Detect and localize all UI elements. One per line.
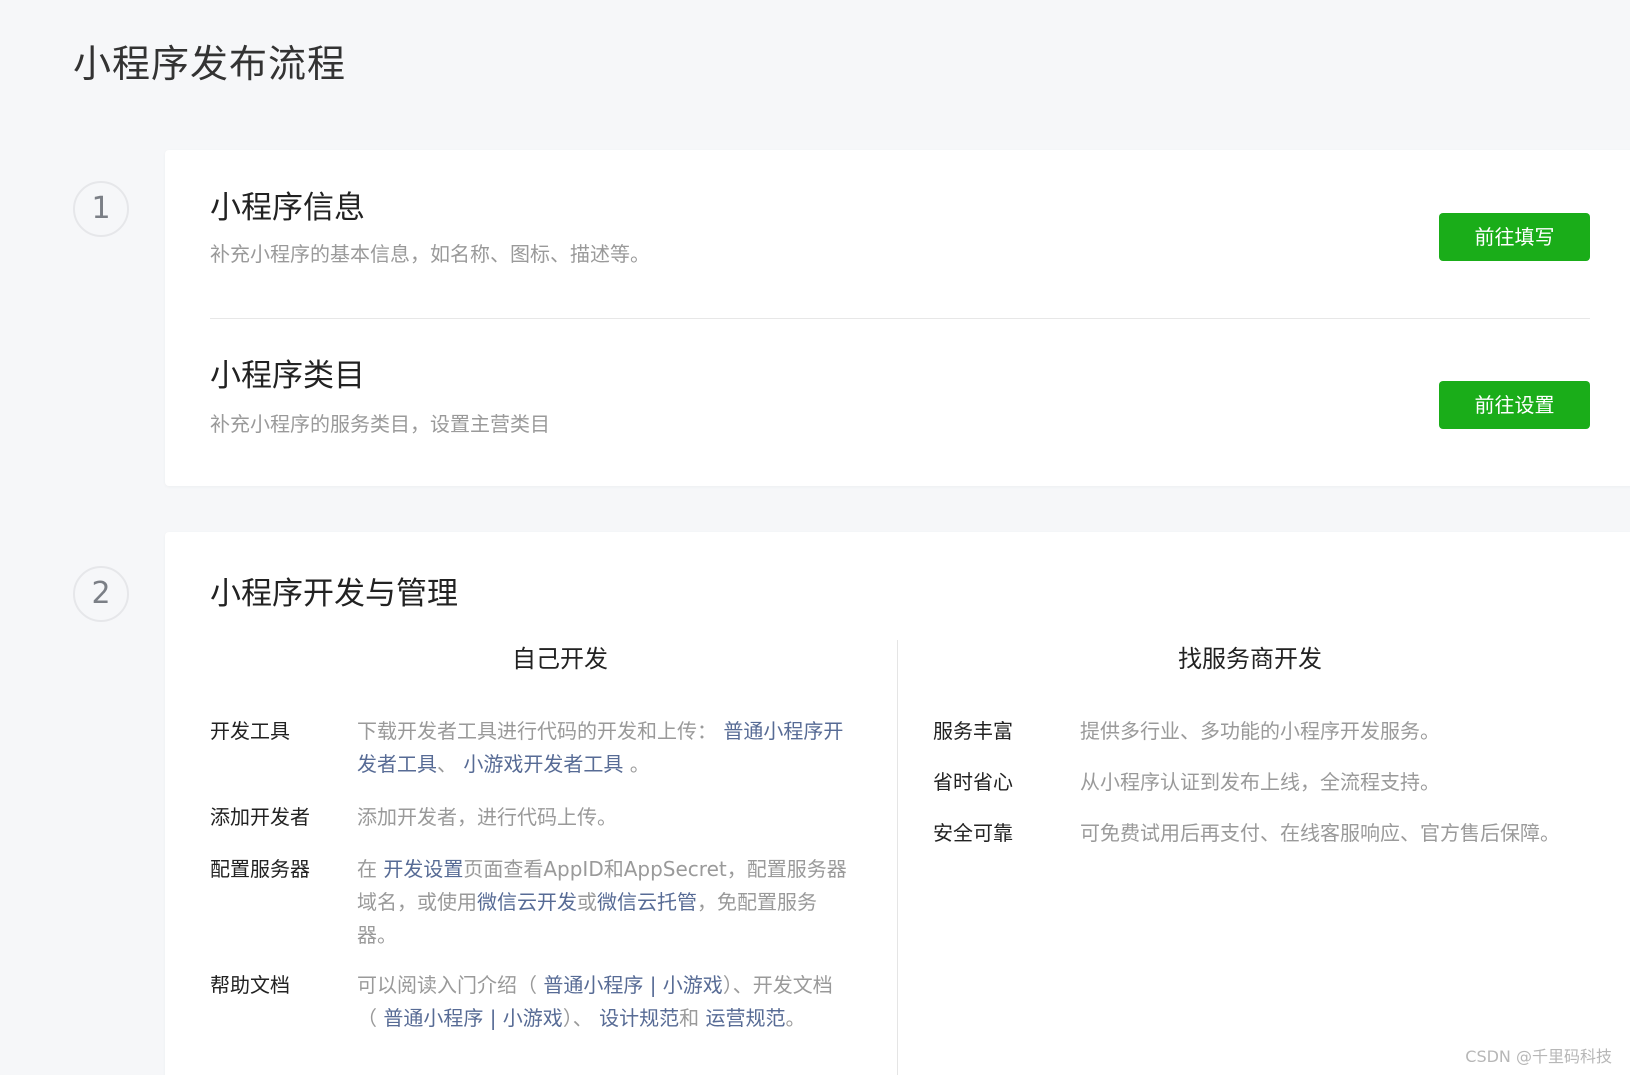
value-text: 可以阅读入门介绍（ bbox=[357, 973, 544, 997]
safe-reliable-value: 可免费试用后再支付、在线客服响应、官方售后保障。 bbox=[1080, 821, 1560, 845]
value-text: ）、 bbox=[562, 1006, 600, 1030]
add-developer-value: 添加开发者，进行代码上传。 bbox=[357, 801, 847, 834]
dev-tools-label: 开发工具 bbox=[210, 719, 290, 743]
value-text: 和 bbox=[679, 1006, 706, 1030]
rich-services-value: 提供多行业、多功能的小程序开发服务。 bbox=[1080, 719, 1440, 743]
value-text: 。 bbox=[785, 1006, 806, 1030]
rich-services-label: 服务丰富 bbox=[933, 719, 1013, 743]
value-text: 添加开发者，进行代码上传。 bbox=[357, 805, 617, 829]
mini-program-category-row: 小程序类目 补充小程序的服务类目，设置主营类目 前往设置 bbox=[210, 318, 1590, 486]
help-docs-value: 可以阅读入门介绍（ 普通小程序 | 小游戏）、开发文档（ 普通小程序 | 小游戏… bbox=[357, 969, 847, 1035]
mini-program-info-row: 小程序信息 补充小程序的基本信息，如名称、图标、描述等。 前往填写 bbox=[210, 150, 1590, 318]
value-text: 。 bbox=[623, 752, 650, 776]
doc-link[interactable]: 运营规范 bbox=[706, 1006, 786, 1030]
mini-program-info-desc: 补充小程序的基本信息，如名称、图标、描述等。 bbox=[210, 242, 650, 266]
doc-link[interactable]: 微信云开发 bbox=[477, 890, 577, 914]
step-number-2: 2 bbox=[73, 566, 129, 622]
mini-program-setup-card: 小程序信息 补充小程序的基本信息，如名称、图标、描述等。 前往填写 小程序类目 … bbox=[165, 150, 1630, 486]
help-docs-label: 帮助文档 bbox=[210, 973, 290, 997]
doc-link[interactable]: 设计规范 bbox=[599, 1006, 679, 1030]
mini-program-category-title: 小程序类目 bbox=[210, 358, 365, 394]
page-title: 小程序发布流程 bbox=[73, 42, 347, 86]
doc-link[interactable]: 微信云托管 bbox=[597, 890, 697, 914]
safe-reliable-label: 安全可靠 bbox=[933, 821, 1013, 845]
time-saving-label: 省时省心 bbox=[933, 770, 1013, 794]
go-settings-button[interactable]: 前往设置 bbox=[1439, 381, 1590, 429]
step-number-1: 1 bbox=[73, 181, 129, 237]
mini-program-category-desc: 补充小程序的服务类目，设置主营类目 bbox=[210, 412, 550, 436]
mini-program-info-title: 小程序信息 bbox=[210, 190, 365, 226]
self-dev-heading: 自己开发 bbox=[512, 645, 608, 673]
dev-management-title: 小程序开发与管理 bbox=[210, 576, 458, 612]
watermark: CSDN @千里码科技 bbox=[1465, 1047, 1612, 1066]
config-server-label: 配置服务器 bbox=[210, 857, 310, 881]
dev-tools-value: 下载开发者工具进行代码的开发和上传： 普通小程序开发者工具、 小游戏开发者工具 … bbox=[357, 715, 847, 781]
value-text: 在 bbox=[357, 857, 384, 881]
column-divider bbox=[897, 640, 898, 1075]
publish-flow-page: 小程序发布流程 1 小程序信息 补充小程序的基本信息，如名称、图标、描述等。 前… bbox=[0, 0, 1630, 1075]
time-saving-value: 从小程序认证到发布上线，全流程支持。 bbox=[1080, 770, 1440, 794]
value-text: 或 bbox=[577, 890, 597, 914]
value-text: 下载开发者工具进行代码的开发和上传： bbox=[357, 719, 724, 743]
dev-management-card: 小程序开发与管理 自己开发 开发工具 下载开发者工具进行代码的开发和上传： 普通… bbox=[165, 532, 1630, 1075]
config-server-value: 在 开发设置页面查看AppID和AppSecret，配置服务器域名，或使用微信云… bbox=[357, 853, 847, 952]
doc-link[interactable]: 开发设置 bbox=[383, 857, 463, 881]
doc-link[interactable]: 普通小程序 | 小游戏 bbox=[383, 1006, 562, 1030]
doc-link[interactable]: 小游戏开发者工具 bbox=[463, 752, 623, 776]
provider-dev-heading: 找服务商开发 bbox=[1178, 645, 1322, 673]
add-developer-label: 添加开发者 bbox=[210, 805, 310, 829]
doc-link[interactable]: 普通小程序 | 小游戏 bbox=[543, 973, 722, 997]
value-text: 、 bbox=[437, 752, 464, 776]
go-fill-button[interactable]: 前往填写 bbox=[1439, 213, 1590, 261]
